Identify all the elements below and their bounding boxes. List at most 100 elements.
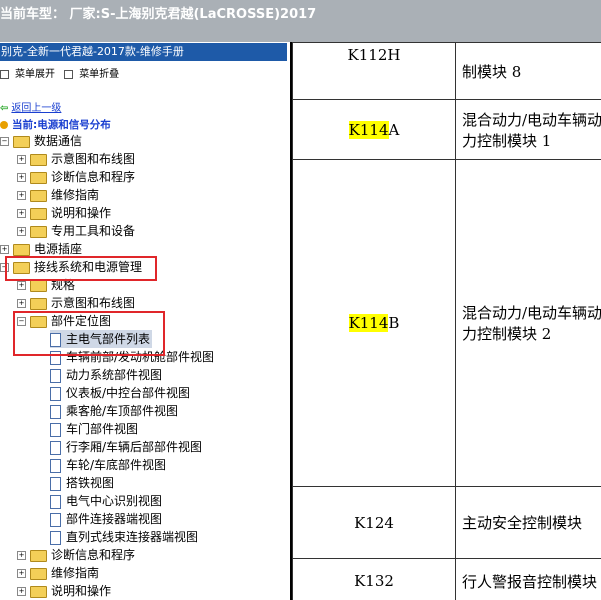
tree-node-label: 示意图和布线图 — [51, 152, 136, 166]
folder-icon — [30, 225, 47, 238]
expand-node-icon[interactable]: + — [17, 209, 26, 218]
part-code-cell: K112H — [292, 42, 456, 100]
manual-title-bar: 别克-全新一代君越-2017款-维修手册 — [0, 43, 287, 61]
part-code-cell: K124 — [292, 486, 456, 559]
tree-node-schematics-2[interactable]: + 示意图和布线图 — [17, 294, 135, 312]
tree-node-label: 专用工具和设备 — [51, 224, 136, 238]
tree-node-diagnostics[interactable]: + 诊断信息和程序 — [17, 168, 135, 186]
part-code-cell: K114A — [292, 99, 456, 160]
tree-node-description-2[interactable]: + 说明和操作 — [17, 582, 111, 600]
tree-node-label: 动力系统部件视图 — [66, 368, 163, 382]
table-row: K114A 混合动力/电动车辆动力控制模块 1 — [292, 99, 601, 160]
tree-leaf-ground-view[interactable]: 搭铁视图 — [50, 474, 114, 492]
part-code: K132 — [354, 572, 394, 590]
tree-leaf-electrical-center-view[interactable]: 电气中心识别视图 — [50, 492, 162, 510]
tree-node-special-tools[interactable]: + 专用工具和设备 — [17, 222, 135, 240]
folder-icon — [13, 243, 30, 256]
content-panel: K112H 制模块 8 K114A 混合动力/电动车辆动力控制模块 1 K114… — [290, 42, 601, 600]
folder-icon — [30, 297, 47, 310]
tree-node-label: 诊断信息和程序 — [51, 548, 136, 562]
folder-icon — [30, 585, 47, 598]
table-row: K112H 制模块 8 — [292, 42, 601, 100]
tree-node-data-communication[interactable]: − 数据通信 — [0, 132, 82, 150]
folder-icon — [30, 171, 47, 184]
tree-node-label: 搭铁视图 — [66, 476, 115, 490]
table-row: K132 行人警报音控制模块 — [292, 558, 601, 600]
tree-node-label: 维修指南 — [51, 188, 100, 202]
tree-node-label: 车门部件视图 — [66, 422, 139, 436]
part-code-cell: K114B — [292, 159, 456, 487]
table-row: K114B 混合动力/电动车辆动力控制模块 2 — [292, 159, 601, 487]
tree-node-label: 行李厢/车辆后部部件视图 — [66, 440, 203, 454]
expand-node-icon[interactable]: + — [17, 227, 26, 236]
tree-node-label: 数据通信 — [34, 134, 83, 148]
tree-node-label: 直列式线束连接器端视图 — [66, 530, 199, 544]
folder-icon — [30, 189, 47, 202]
expand-node-icon[interactable]: + — [17, 299, 26, 308]
tree-leaf-powertrain-view[interactable]: 动力系统部件视图 — [50, 366, 162, 384]
part-name-cell: 制模块 8 — [455, 42, 601, 100]
part-name: 主动安全控制模块 — [462, 514, 583, 532]
tree-leaf-inline-harness-view[interactable]: 直列式线束连接器端视图 — [50, 528, 198, 546]
highlight-box-component-locator — [13, 311, 165, 356]
tree-leaf-wheel-underbody-view[interactable]: 车轮/车底部件视图 — [50, 456, 166, 474]
tree-leaf-cabin-roof-view[interactable]: 乘客舱/车顶部件视图 — [50, 402, 178, 420]
search-highlight: K114 — [348, 314, 389, 332]
tree-leaf-dashboard-view[interactable]: 仪表板/中控台部件视图 — [50, 384, 190, 402]
expand-node-icon[interactable]: + — [17, 551, 26, 560]
expand-node-icon[interactable]: + — [17, 569, 26, 578]
folder-icon — [30, 207, 47, 220]
tree-node-label: 电气中心识别视图 — [66, 494, 163, 508]
tree-node-repair-guide[interactable]: + 维修指南 — [17, 186, 99, 204]
expand-node-icon[interactable]: + — [17, 191, 26, 200]
document-icon — [50, 386, 61, 401]
tree-leaf-connector-end-view[interactable]: 部件连接器端视图 — [50, 510, 162, 528]
search-highlight: K114 — [348, 120, 389, 139]
expand-menu-button[interactable]: 菜单展开 — [0, 65, 55, 80]
part-code: K124 — [354, 513, 394, 532]
location-icon — [0, 121, 8, 129]
tree-node-description[interactable]: + 说明和操作 — [17, 204, 111, 222]
current-location: 当前:电源和信号分布 — [0, 117, 111, 132]
expand-node-icon[interactable]: + — [17, 155, 26, 164]
collapse-menu-label: 菜单折叠 — [79, 69, 120, 80]
expand-node-icon[interactable]: + — [17, 281, 26, 290]
document-icon — [50, 512, 61, 527]
tree-node-schematics[interactable]: + 示意图和布线图 — [17, 150, 135, 168]
part-code-suffix: B — [388, 314, 400, 332]
expand-node-icon[interactable]: + — [0, 245, 9, 254]
back-link[interactable]: ⇦ 返回上一级 — [0, 99, 61, 114]
tree-node-label: 仪表板/中控台部件视图 — [66, 386, 191, 400]
tree-node-label: 说明和操作 — [51, 584, 112, 598]
tree-leaf-door-view[interactable]: 车门部件视图 — [50, 420, 138, 438]
folder-icon — [30, 153, 47, 166]
current-location-label: 当前:电源和信号分布 — [12, 119, 111, 131]
document-icon — [50, 494, 61, 509]
tree-node-label: 维修指南 — [51, 566, 100, 580]
manual-title: 别克-全新一代君越-2017款-维修手册 — [1, 45, 184, 58]
part-name-cell: 混合动力/电动车辆动力控制模块 2 — [455, 159, 601, 487]
tree-leaf-trunk-rear-view[interactable]: 行李厢/车辆后部部件视图 — [50, 438, 202, 456]
part-name: 混合动力/电动车辆动力控制模块 2 — [462, 304, 601, 343]
document-icon — [50, 458, 61, 473]
tree-node-diagnostics-2[interactable]: + 诊断信息和程序 — [17, 546, 135, 564]
highlight-box-wiring — [5, 256, 157, 281]
vehicle-title: 当前车型： 厂家:S-上海别克君越(LaCROSSE)2017 — [0, 7, 317, 22]
folder-icon — [30, 549, 47, 562]
tree-node-label: 示意图和布线图 — [51, 296, 136, 310]
parts-table: K112H 制模块 8 K114A 混合动力/电动车辆动力控制模块 1 K114… — [292, 42, 601, 600]
document-icon — [50, 530, 61, 545]
part-name-cell: 行人警报音控制模块 — [455, 558, 601, 600]
expand-node-icon[interactable]: + — [17, 587, 26, 596]
table-row: K124 主动安全控制模块 — [292, 486, 601, 559]
back-arrow-icon: ⇦ — [0, 103, 9, 114]
menu-toolbar: 菜单展开 菜单折叠 — [0, 65, 125, 81]
collapse-node-icon[interactable]: − — [0, 137, 9, 146]
part-name-cell: 混合动力/电动车辆动力控制模块 1 — [455, 99, 601, 160]
tree-node-repair-guide-2[interactable]: + 维修指南 — [17, 564, 99, 582]
part-code-suffix: A — [388, 120, 400, 139]
collapse-menu-button[interactable]: 菜单折叠 — [64, 65, 119, 80]
document-icon — [50, 476, 61, 491]
back-link-label: 返回上一级 — [11, 103, 62, 114]
expand-node-icon[interactable]: + — [17, 173, 26, 182]
